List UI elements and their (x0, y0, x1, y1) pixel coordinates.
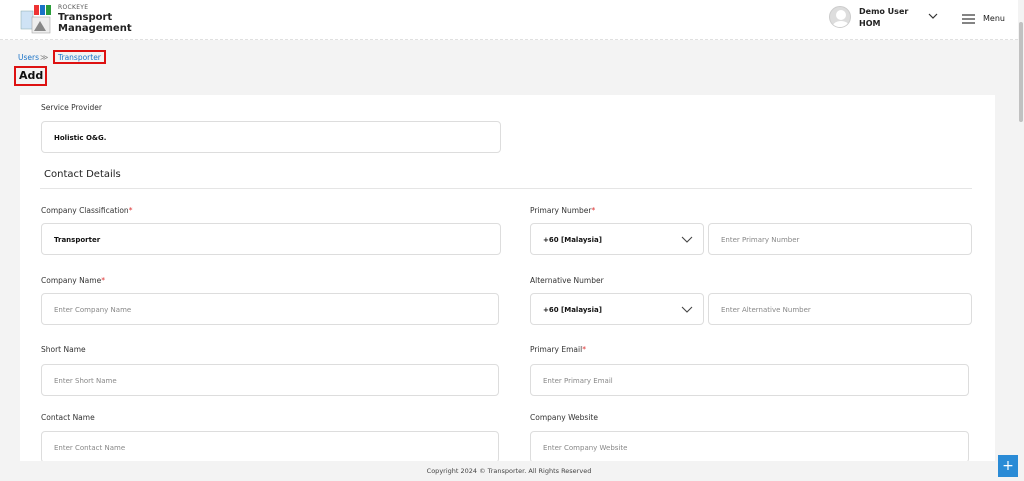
primary-email-label: Primary Email* (530, 345, 586, 354)
primary-number-label-text: Primary Number (530, 206, 592, 215)
alternative-number-placeholder: Enter Alternative Number (721, 306, 811, 314)
add-button[interactable]: + (998, 455, 1018, 477)
service-provider-label: Service Provider (41, 103, 102, 112)
company-classification-label-text: Company Classification (41, 206, 129, 215)
contact-name-placeholder: Enter Contact Name (54, 444, 126, 452)
user-name[interactable]: Demo User (859, 7, 908, 16)
app-header: ROCKEYE Transport Management Demo User H… (0, 0, 1018, 40)
short-name-label: Short Name (41, 345, 86, 354)
primary-number-placeholder: Enter Primary Number (721, 236, 800, 244)
avatar[interactable] (829, 6, 851, 28)
breadcrumb-separator: ≫ (40, 53, 49, 62)
brand-line-2: Management (58, 23, 132, 34)
brand-tagline: ROCKEYE (58, 4, 89, 11)
chevron-down-icon (681, 236, 693, 243)
service-provider-field[interactable]: Holistic O&G. (41, 121, 501, 153)
brand-line-1: Transport (58, 12, 113, 23)
menu-icon[interactable] (962, 14, 975, 24)
company-website-label: Company Website (530, 413, 598, 422)
alternative-country-value: +60 [Malaysia] (543, 306, 602, 314)
primary-number-label: Primary Number* (530, 206, 595, 215)
contact-name-input[interactable]: Enter Contact Name (41, 431, 499, 463)
alternative-number-input[interactable]: Enter Alternative Number (708, 293, 972, 325)
footer-copyright: Copyright 2024 © Transporter. All Rights… (0, 461, 1018, 481)
required-marker: * (128, 206, 133, 215)
primary-email-placeholder: Enter Primary Email (543, 377, 613, 385)
company-name-label-text: Company Name (41, 276, 102, 285)
company-classification-value: Transporter (54, 236, 101, 244)
required-marker: * (591, 206, 596, 215)
primary-email-input[interactable]: Enter Primary Email (530, 364, 969, 396)
brand-name: Transport Management (58, 12, 132, 34)
section-title: Contact Details (44, 169, 121, 180)
service-provider-value: Holistic O&G. (54, 134, 107, 142)
primary-number-input[interactable]: Enter Primary Number (708, 223, 972, 255)
required-marker: * (582, 345, 586, 354)
company-classification-field[interactable]: Transporter (41, 223, 501, 255)
chevron-down-icon[interactable] (927, 11, 939, 21)
scrollbar-thumb[interactable] (1019, 22, 1023, 122)
primary-email-label-text: Primary Email (530, 345, 583, 354)
short-name-input[interactable]: Enter Short Name (41, 364, 499, 396)
section-divider (40, 188, 972, 189)
logo-icon[interactable] (20, 5, 52, 35)
alternative-number-label: Alternative Number (530, 276, 604, 285)
company-classification-label: Company Classification* (41, 206, 132, 215)
short-name-placeholder: Enter Short Name (54, 377, 117, 385)
primary-country-value: +60 [Malaysia] (543, 236, 602, 244)
company-name-label: Company Name* (41, 276, 105, 285)
chevron-down-icon (681, 306, 693, 313)
breadcrumb-current[interactable]: Transporter (53, 50, 106, 64)
menu-button[interactable]: Menu (983, 14, 1005, 23)
company-name-placeholder: Enter Company Name (54, 306, 132, 314)
user-role: HOM (859, 19, 881, 28)
primary-country-select[interactable]: +60 [Malaysia] (530, 223, 704, 255)
company-name-input[interactable]: Enter Company Name (41, 293, 499, 325)
alternative-country-select[interactable]: +60 [Malaysia] (530, 293, 704, 325)
page-title: Add (14, 66, 47, 86)
required-marker: * (101, 276, 105, 285)
page-scrollbar[interactable] (1018, 0, 1024, 481)
company-website-input[interactable]: Enter Company Website (530, 431, 969, 463)
contact-name-label: Contact Name (41, 413, 95, 422)
company-website-placeholder: Enter Company Website (543, 444, 628, 452)
breadcrumb-users-link[interactable]: Users (18, 53, 39, 62)
